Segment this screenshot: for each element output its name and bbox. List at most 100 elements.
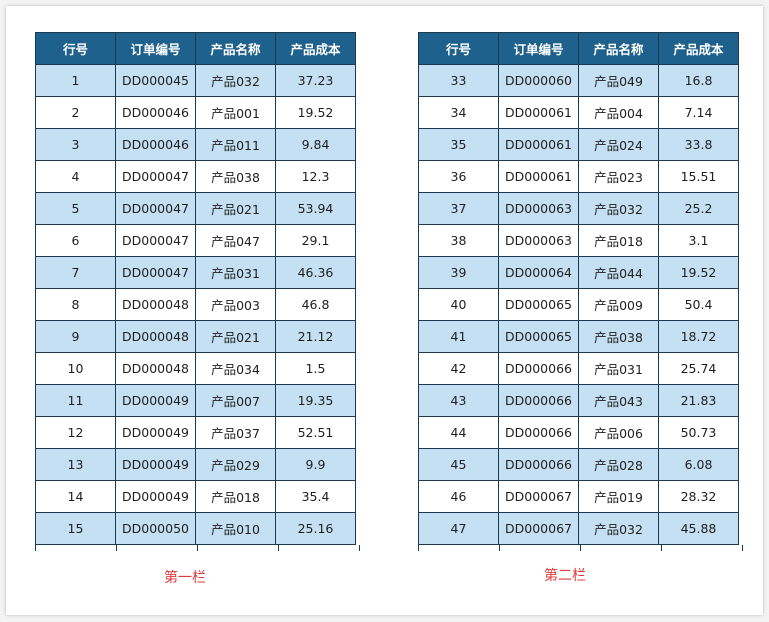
cell-product-cost: 19.52	[275, 96, 356, 129]
cell-product-name: 产品034	[195, 352, 276, 385]
table-row: 39 DD000064 产品044 19.52	[418, 256, 739, 289]
table-row: 12 DD000049 产品037 52.51	[35, 416, 356, 449]
cell-product-name: 产品028	[578, 448, 659, 481]
cell-product-cost: 53.94	[275, 192, 356, 225]
cell-order-id: DD000048	[115, 320, 196, 353]
cell-product-name: 产品003	[195, 288, 276, 321]
cell-row-number: 47	[418, 512, 499, 545]
cell-order-id: DD000064	[498, 256, 579, 289]
cell-product-name: 产品043	[578, 384, 659, 417]
table-row: 7 DD000047 产品031 46.36	[35, 256, 356, 289]
cell-product-cost: 46.8	[275, 288, 356, 321]
cell-row-number: 38	[418, 224, 499, 257]
cell-row-number: 35	[418, 128, 499, 161]
cell-row-number: 44	[418, 416, 499, 449]
table-row: 36 DD000061 产品023 15.51	[418, 160, 739, 193]
cell-order-id: DD000050	[115, 512, 196, 545]
table-row: 40 DD000065 产品009 50.4	[418, 288, 739, 321]
cell-product-cost: 25.74	[658, 352, 739, 385]
table-row: 46 DD000067 产品019 28.32	[418, 480, 739, 513]
cell-order-id: DD000046	[115, 96, 196, 129]
cell-row-number: 12	[35, 416, 116, 449]
cell-product-name: 产品007	[195, 384, 276, 417]
header-product-name: 产品名称	[578, 32, 659, 65]
header-product-cost: 产品成本	[275, 32, 356, 65]
cell-row-number: 3	[35, 128, 116, 161]
table-row: 33 DD000060 产品049 16.8	[418, 64, 739, 97]
cell-product-name: 产品001	[195, 96, 276, 129]
cell-order-id: DD000065	[498, 288, 579, 321]
table-row: 35 DD000061 产品024 33.8	[418, 128, 739, 161]
cell-order-id: DD000066	[498, 352, 579, 385]
cell-order-id: DD000063	[498, 224, 579, 257]
table-row: 44 DD000066 产品006 50.73	[418, 416, 739, 449]
header-product-cost: 产品成本	[658, 32, 739, 65]
cell-order-id: DD000047	[115, 224, 196, 257]
column-caption-2: 第二栏	[544, 568, 586, 584]
cell-product-name: 产品004	[578, 96, 659, 129]
cell-product-cost: 3.1	[658, 224, 739, 257]
cell-product-name: 产品032	[578, 512, 659, 545]
header-product-name: 产品名称	[195, 32, 276, 65]
table-row: 3 DD000046 产品011 9.84	[35, 128, 356, 161]
cell-product-cost: 25.16	[275, 512, 356, 545]
cell-row-number: 37	[418, 192, 499, 225]
column-panel-2: 行号 订单编号 产品名称 产品成本 33 DD000060 产品049 16.8 34 D…	[418, 32, 743, 551]
table-row: 42 DD000066 产品031 25.74	[418, 352, 739, 385]
table-row: 43 DD000066 产品043 21.83	[418, 384, 739, 417]
table-continuation	[35, 545, 360, 551]
cell-product-cost: 45.88	[658, 512, 739, 545]
cell-order-id: DD000048	[115, 288, 196, 321]
cell-product-name: 产品038	[578, 320, 659, 353]
cell-order-id: DD000047	[115, 192, 196, 225]
table-row: 45 DD000066 产品028 6.08	[418, 448, 739, 481]
cell-product-name: 产品049	[578, 64, 659, 97]
cell-order-id: DD000066	[498, 416, 579, 449]
cell-order-id: DD000046	[115, 128, 196, 161]
table-row: 34 DD000061 产品004 7.14	[418, 96, 739, 129]
table-header-row: 行号 订单编号 产品名称 产品成本	[418, 32, 739, 65]
cell-row-number: 13	[35, 448, 116, 481]
cell-product-name: 产品037	[195, 416, 276, 449]
cell-row-number: 5	[35, 192, 116, 225]
cell-row-number: 42	[418, 352, 499, 385]
cell-row-number: 6	[35, 224, 116, 257]
cell-product-cost: 9.9	[275, 448, 356, 481]
cell-product-cost: 33.8	[658, 128, 739, 161]
cell-product-cost: 28.32	[658, 480, 739, 513]
table-row: 37 DD000063 产品032 25.2	[418, 192, 739, 225]
cell-product-cost: 9.84	[275, 128, 356, 161]
cell-order-id: DD000045	[115, 64, 196, 97]
table-row: 13 DD000049 产品029 9.9	[35, 448, 356, 481]
table-row: 47 DD000067 产品032 45.88	[418, 512, 739, 545]
report-page: 行号 订单编号 产品名称 产品成本 1 DD000045 产品032 37.23 2 DD…	[6, 6, 763, 615]
cell-product-cost: 52.51	[275, 416, 356, 449]
cell-product-cost: 6.08	[658, 448, 739, 481]
cell-product-cost: 50.4	[658, 288, 739, 321]
cell-product-cost: 16.8	[658, 64, 739, 97]
cell-order-id: DD000049	[115, 448, 196, 481]
table-row: 8 DD000048 产品003 46.8	[35, 288, 356, 321]
cell-order-id: DD000061	[498, 128, 579, 161]
table-row: 5 DD000047 产品021 53.94	[35, 192, 356, 225]
cell-row-number: 34	[418, 96, 499, 129]
table-row: 14 DD000049 产品018 35.4	[35, 480, 356, 513]
cell-order-id: DD000048	[115, 352, 196, 385]
cell-row-number: 4	[35, 160, 116, 193]
table-row: 11 DD000049 产品007 19.35	[35, 384, 356, 417]
cell-product-name: 产品038	[195, 160, 276, 193]
column-panel-1: 行号 订单编号 产品名称 产品成本 1 DD000045 产品032 37.23 2 DD…	[35, 32, 360, 551]
table-row: 6 DD000047 产品047 29.1	[35, 224, 356, 257]
cell-product-cost: 1.5	[275, 352, 356, 385]
table-row: 38 DD000063 产品018 3.1	[418, 224, 739, 257]
cell-order-id: DD000061	[498, 160, 579, 193]
header-row-number: 行号	[418, 32, 499, 65]
cell-product-name: 产品011	[195, 128, 276, 161]
cell-order-id: DD000047	[115, 256, 196, 289]
table-row: 10 DD000048 产品034 1.5	[35, 352, 356, 385]
cell-order-id: DD000049	[115, 384, 196, 417]
cell-row-number: 10	[35, 352, 116, 385]
cell-row-number: 1	[35, 64, 116, 97]
header-order-id: 订单编号	[498, 32, 579, 65]
table-body: 33 DD000060 产品049 16.8 34 DD000061 产品004 7.14 35…	[418, 64, 739, 545]
